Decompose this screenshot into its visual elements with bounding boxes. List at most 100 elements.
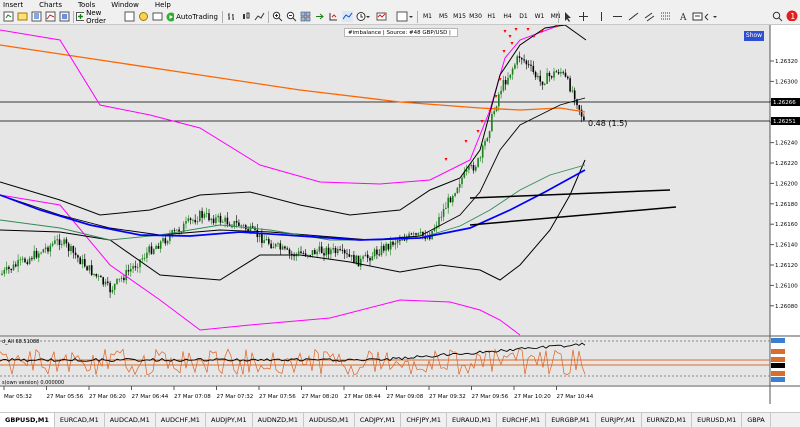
tab-gbpusd[interactable]: GBPUSD,M1 bbox=[0, 413, 55, 427]
candle-body bbox=[153, 249, 155, 254]
text-label-icon[interactable] bbox=[692, 11, 703, 22]
tab-audcad[interactable]: AUDCAD,M1 bbox=[105, 413, 156, 427]
candle-body bbox=[84, 259, 86, 267]
equidistant-channel-icon[interactable] bbox=[644, 11, 655, 22]
candle-body bbox=[12, 264, 15, 271]
tab-cadjpy[interactable]: CADJPY,M1 bbox=[355, 413, 402, 427]
candle-body bbox=[42, 249, 45, 253]
horizontal-line-icon[interactable] bbox=[612, 11, 623, 22]
tab-audchf[interactable]: AUDCHF,M1 bbox=[156, 413, 206, 427]
tab-euraud[interactable]: EURAUD,M1 bbox=[447, 413, 498, 427]
timeframe-h1[interactable]: H1 bbox=[484, 11, 499, 22]
candle-body bbox=[15, 264, 17, 267]
menu-help[interactable]: Help bbox=[155, 1, 171, 9]
candle-body bbox=[58, 239, 61, 245]
arrows-dropdown-icon[interactable] bbox=[704, 11, 718, 22]
notification-icon[interactable]: 1 bbox=[786, 10, 798, 21]
candle-body bbox=[31, 258, 33, 260]
candle-body bbox=[109, 282, 111, 293]
autoscroll-icon[interactable] bbox=[314, 11, 325, 22]
candle-body bbox=[164, 238, 167, 244]
periods-dropdown-icon[interactable] bbox=[356, 11, 370, 22]
candle-body bbox=[539, 75, 541, 82]
show-button[interactable]: Show bbox=[744, 31, 764, 41]
candle-body bbox=[484, 141, 486, 146]
trendline-icon[interactable] bbox=[628, 11, 639, 22]
zoom-out-icon[interactable] bbox=[286, 11, 297, 22]
menu-insert[interactable]: Insert bbox=[3, 1, 23, 9]
timeframe-m1[interactable]: M1 bbox=[420, 11, 435, 22]
crosshair-icon[interactable] bbox=[578, 11, 589, 22]
text-tool-icon[interactable]: A bbox=[678, 11, 689, 22]
templates-icon[interactable] bbox=[376, 11, 387, 22]
tab-audusd[interactable]: AUDUSD,M1 bbox=[304, 413, 355, 427]
time-label: 27 Mar 07:56 bbox=[259, 394, 296, 400]
zoom-in-icon[interactable] bbox=[272, 11, 283, 22]
timeframe-d1[interactable]: D1 bbox=[516, 11, 531, 22]
candle-body bbox=[511, 68, 514, 75]
new-chart-icon[interactable] bbox=[3, 11, 14, 22]
fibonacci-icon[interactable] bbox=[660, 11, 671, 22]
timeframe-m30[interactable]: M30 bbox=[468, 11, 483, 22]
line-chart-icon[interactable] bbox=[254, 11, 265, 22]
cursor-icon[interactable] bbox=[562, 11, 573, 22]
chart-window-icon[interactable] bbox=[124, 11, 135, 22]
indicator-dropdown[interactable]: #imbalance | Source: #48 GBP/USD | bbox=[344, 28, 458, 37]
chart-shift-icon[interactable] bbox=[328, 11, 339, 22]
candle-body bbox=[477, 158, 479, 167]
candle-body bbox=[47, 247, 49, 252]
market-watch-icon[interactable] bbox=[31, 11, 42, 22]
tab-eurjpy[interactable]: EURJPY,M1 bbox=[596, 413, 642, 427]
timeframe-mn[interactable]: MN bbox=[548, 11, 563, 22]
candle-body bbox=[564, 72, 567, 77]
navigator-icon[interactable] bbox=[59, 11, 70, 22]
candle-body bbox=[449, 197, 452, 203]
bar-chart-icon[interactable] bbox=[226, 11, 237, 22]
search-icon[interactable] bbox=[772, 11, 783, 22]
profiles-icon[interactable] bbox=[17, 11, 28, 22]
tab-eurgbp[interactable]: EURGBP,M1 bbox=[546, 413, 596, 427]
tab-audjpy[interactable]: AUDJPY,M1 bbox=[206, 413, 253, 427]
price-chart[interactable]: 1.263201.263001.262801.262601.262401.262… bbox=[0, 25, 800, 410]
tile-windows-icon[interactable] bbox=[300, 11, 311, 22]
menu-tools[interactable]: Tools bbox=[78, 1, 95, 9]
template-dropdown-icon[interactable] bbox=[396, 11, 414, 22]
timeframe-m5[interactable]: M5 bbox=[436, 11, 451, 22]
timeframe-w1[interactable]: W1 bbox=[532, 11, 547, 22]
tab-chfjpy[interactable]: CHFJPY,M1 bbox=[401, 413, 447, 427]
candle-body bbox=[504, 80, 507, 85]
candlestick-icon[interactable] bbox=[240, 11, 251, 22]
measurement-annotation: 0.48 (1.5) bbox=[588, 119, 627, 128]
data-window-icon[interactable] bbox=[45, 11, 56, 22]
tab-eurcad[interactable]: EURCAD,M1 bbox=[55, 413, 105, 427]
candle-body bbox=[573, 90, 576, 100]
subwindow-value-marker bbox=[771, 338, 785, 343]
vertical-line-icon[interactable] bbox=[596, 11, 607, 22]
candle-body bbox=[173, 230, 176, 232]
tab-eurnzd[interactable]: EURNZD,M1 bbox=[642, 413, 693, 427]
tab-gbpa[interactable]: GBPA bbox=[742, 413, 771, 427]
subwindow-value-marker bbox=[771, 357, 785, 362]
indicators-icon[interactable] bbox=[342, 11, 353, 22]
timeframe-h4[interactable]: H4 bbox=[500, 11, 515, 22]
timeframe-m15[interactable]: M15 bbox=[452, 11, 467, 22]
new-order-button[interactable]: New Order bbox=[76, 9, 120, 25]
menu-window[interactable]: Window bbox=[111, 1, 139, 9]
subwindow-value-marker bbox=[771, 363, 785, 368]
autotrading-button[interactable]: AutoTrading bbox=[166, 11, 218, 22]
tab-audnzd[interactable]: AUDNZD,M1 bbox=[253, 413, 304, 427]
time-label: 27 Mar 08:20 bbox=[302, 394, 339, 400]
subwindow-value-marker bbox=[771, 349, 785, 354]
candle-body bbox=[447, 197, 449, 208]
tab-eurusd[interactable]: EURUSD,M1 bbox=[692, 413, 743, 427]
candle-body bbox=[132, 266, 134, 269]
candle-body bbox=[3, 269, 6, 274]
terminal-icon[interactable] bbox=[152, 11, 163, 22]
tab-eurchf[interactable]: EURCHF,M1 bbox=[497, 413, 547, 427]
toolbar: New Order AutoTrading M1 M5 M15 M30 H1 H… bbox=[0, 9, 800, 25]
candle-body bbox=[49, 245, 52, 252]
menu-charts[interactable]: Charts bbox=[39, 1, 62, 9]
candle-body bbox=[272, 246, 275, 249]
time-label: 27 Mar 08:44 bbox=[344, 394, 381, 400]
metaeditor-icon[interactable] bbox=[138, 11, 149, 22]
